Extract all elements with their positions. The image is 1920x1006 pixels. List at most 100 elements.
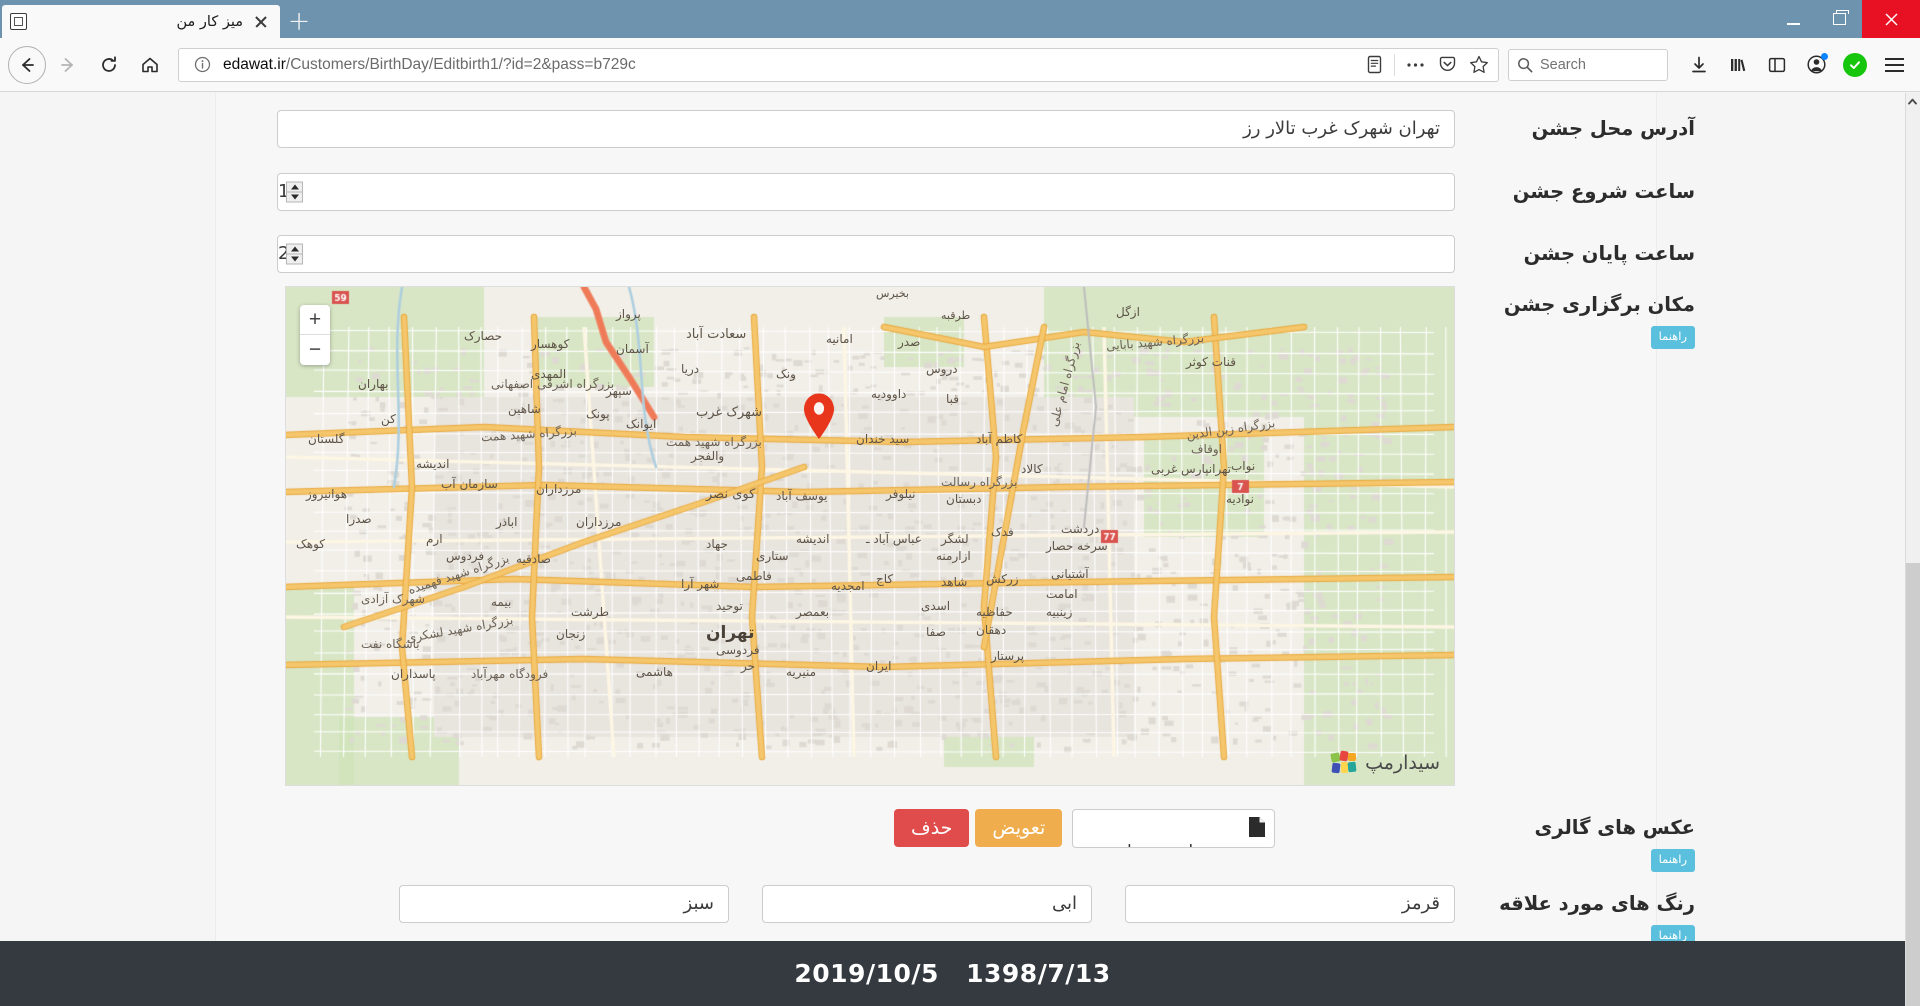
page-scrollbar[interactable] [1905,93,1920,1006]
browser-tab[interactable]: میز کار من [2,5,280,38]
map-zoom-out-button[interactable]: − [300,335,330,365]
scroll-up-icon[interactable] [1905,93,1920,110]
arrow-left-icon [17,55,37,75]
map-label: حر [741,659,755,673]
info-circle-icon[interactable] [187,50,217,80]
map-label: سازمان آب [441,477,498,491]
hamburger-menu-icon[interactable] [1876,47,1912,83]
scrollbar-thumb[interactable] [1906,563,1920,1006]
map-label: نیلوفر [886,487,916,501]
map-road-label: بزرگراه زین الدین [1185,416,1275,442]
map-label: کالاد [1021,462,1043,476]
url-domain: edawat.ir [223,56,286,73]
search-icon [1517,57,1533,73]
color-red-input[interactable]: قرمز [1125,885,1455,923]
search-input[interactable]: Search [1540,57,1586,73]
gallery-file-input[interactable]: mage-logo-vedge.png [1072,809,1275,848]
map-label: طرقبه [941,309,970,322]
map-label: جهاد [706,537,728,551]
map-label: بیمه [491,595,511,609]
form-row-start-hour: ساعت شروع جشن 19 [277,173,1695,211]
stepper-up-icon[interactable] [287,183,302,193]
map-road-label: باشگاه نفت [361,637,420,651]
sidebar-icon[interactable] [1759,47,1795,83]
map-label: زینبیه [1046,605,1072,619]
map-label: بخیرس [876,287,909,300]
map-label: نواديه [1226,492,1254,506]
map-label: المهدی [531,367,566,381]
map-attribution[interactable]: سیدارمپ [1331,751,1440,775]
url-path: /Customers/BirthDay/Editbirth1/?id=2&pas… [286,56,636,73]
reload-button[interactable] [90,46,128,84]
map-label: پونک [586,407,610,421]
map-label: کوهسار [531,337,569,351]
start-hour-input[interactable]: 19 [277,173,1455,211]
maximize-button[interactable] [1816,0,1862,38]
account-icon[interactable] [1798,47,1834,83]
map-label: ازگل [1116,305,1140,319]
tab-title: میز کار من [34,14,243,30]
browser-titlebar: میز کار من + [0,0,1920,38]
map-pin-icon[interactable] [801,392,837,440]
map-label: دهقان [976,623,1006,637]
map-label: تهران [706,623,755,643]
reader-view-icon[interactable] [1359,50,1389,80]
back-button[interactable] [8,46,46,84]
map-road-label: بزرگراه شهید همت [666,435,762,449]
form-row-map: مکان برگزاری جشن راهنما پرواز سعادت آباد ک… [285,286,1695,786]
new-tab-button[interactable]: + [280,5,318,38]
minimize-button[interactable] [1770,0,1816,38]
stepper-down-icon[interactable] [287,193,302,202]
map-label: سرخه حصار [1046,539,1108,553]
shield-ok-icon[interactable] [1837,47,1873,83]
color-green-input[interactable]: سبز [399,885,729,923]
stepper-down-icon[interactable] [287,255,302,264]
map-label: ایوانک [626,417,656,431]
page-actions-icon[interactable] [1400,50,1430,80]
hint-badge-gallery[interactable]: راهنما [1651,849,1695,871]
map-road-label: بزرگراه شهید بابایی [1106,331,1205,354]
map-label: یوسف آباد [776,489,828,503]
map-label: حصارک [464,329,502,343]
search-bar[interactable]: Search [1508,49,1668,81]
map-label: دروس [926,362,958,376]
map-road-label: بزرگراه شهید همت [481,424,578,445]
stepper-up-icon[interactable] [287,245,302,255]
window-close-button[interactable] [1862,0,1920,38]
map-label: کوهک [296,537,325,551]
color-blue-input[interactable]: ابی [762,885,1092,923]
map-road-label: بزرگراه اشرفی اصفهانی [491,377,614,391]
hint-badge-venue[interactable]: راهنما [1651,326,1695,348]
footer-dates: 2019/10/5 1398/7/13 [785,959,1119,988]
map-label: طرشت [571,605,609,619]
replace-button[interactable]: تعویض [975,809,1062,847]
library-icon[interactable] [1720,47,1756,83]
star-icon[interactable] [1464,50,1494,80]
start-hour-stepper[interactable] [286,182,303,203]
downloads-icon[interactable] [1681,47,1717,83]
home-button[interactable] [131,46,169,84]
venue-map[interactable]: پرواز سعادت آباد کوهسار حصارک آسمان المهدی سپه… [285,286,1455,786]
map-label: کوی نصر [706,487,755,502]
end-hour-stepper[interactable] [286,244,303,265]
map-label: سید خندان [856,432,909,446]
map-label: والفجر [691,449,724,463]
forward-button[interactable] [49,46,87,84]
map-label: لشگر [941,532,969,546]
delete-button[interactable]: حذف [894,809,969,847]
map-label: فاطمی [736,569,772,583]
label-colors-text: رنگ های مورد علاقه [1455,889,1695,918]
end-hour-input[interactable]: 23 [277,235,1455,273]
map-zoom-in-button[interactable]: + [300,305,330,335]
map-label: مرزداران [536,482,581,496]
map-label: صادقیه [516,552,551,566]
address-input[interactable]: تهران شهرک غرب تالار رز [277,110,1455,148]
map-label: امامت [1046,587,1078,601]
cedarmaps-logo-icon [1331,751,1357,775]
map-label: توحید [716,599,743,613]
page-footer: 2019/10/5 1398/7/13 [0,941,1905,1006]
address-bar[interactable]: edawat.ir/Customers/BirthDay/Editbirth1/… [178,48,1499,82]
map-label: منیریه [786,665,816,679]
pocket-icon[interactable] [1432,50,1462,80]
close-icon[interactable] [250,11,272,33]
